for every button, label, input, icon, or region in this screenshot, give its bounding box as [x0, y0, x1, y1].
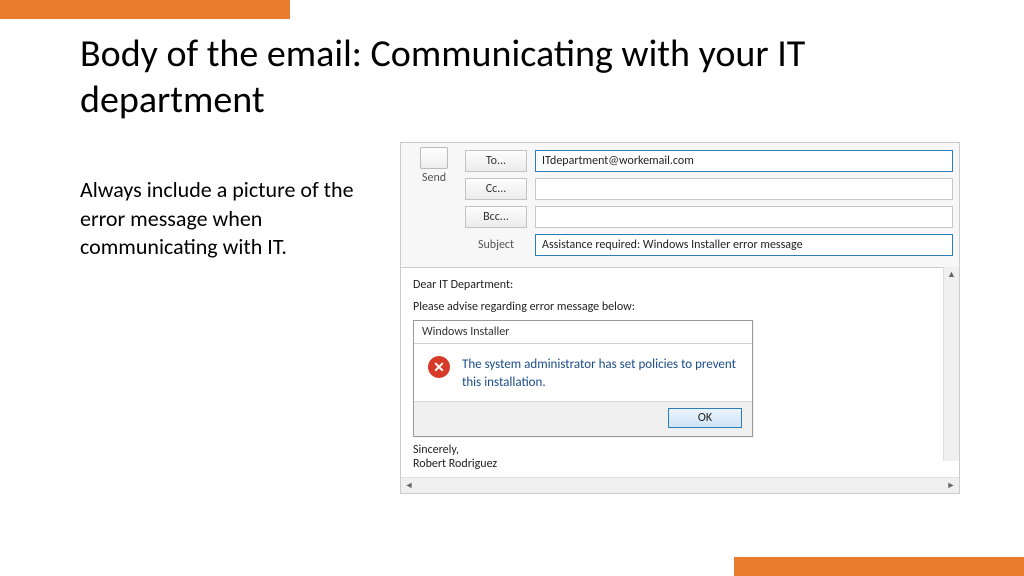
cc-field[interactable] — [535, 178, 953, 200]
scroll-right-icon[interactable]: ► — [943, 478, 959, 493]
email-body-area[interactable]: Dear IT Department: Please advise regard… — [401, 267, 959, 477]
slide-body-text: Always include a picture of the error me… — [80, 176, 390, 262]
error-dialog: Windows Installer ✕ The system administr… — [413, 320, 753, 437]
error-message: The system administrator has set policie… — [462, 356, 738, 391]
send-button[interactable]: Send — [407, 147, 461, 259]
vertical-scrollbar[interactable]: ▲ — [943, 267, 959, 461]
to-button[interactable]: To... — [465, 150, 527, 172]
subject-label: Subject — [465, 235, 527, 255]
scroll-left-icon[interactable]: ◄ — [401, 478, 417, 493]
slide-title: Body of the email: Communicating with yo… — [80, 32, 940, 123]
send-label: Send — [407, 171, 461, 185]
ok-button[interactable]: OK — [668, 408, 742, 428]
scroll-up-icon[interactable]: ▲ — [944, 267, 959, 283]
accent-bar-top — [0, 0, 290, 19]
subject-field[interactable]: Assistance required: Windows Installer e… — [535, 234, 953, 256]
body-signoff: Sincerely, — [413, 443, 941, 457]
bcc-button[interactable]: Bcc... — [465, 206, 527, 228]
body-instruction: Please advise regarding error message be… — [413, 300, 941, 314]
cc-button[interactable]: Cc... — [465, 178, 527, 200]
outlook-compose-window: Send To... ITdepartment@workemail.com Cc… — [400, 142, 960, 494]
body-greeting: Dear IT Department: — [413, 278, 941, 292]
accent-bar-bottom — [734, 557, 1024, 576]
body-signature: Robert Rodriguez — [413, 457, 941, 471]
to-field[interactable]: ITdepartment@workemail.com — [535, 150, 953, 172]
error-dialog-title: Windows Installer — [414, 321, 752, 344]
error-icon: ✕ — [428, 356, 450, 378]
send-icon — [420, 147, 448, 169]
bcc-field[interactable] — [535, 206, 953, 228]
horizontal-scrollbar[interactable]: ◄ ► — [401, 477, 959, 493]
